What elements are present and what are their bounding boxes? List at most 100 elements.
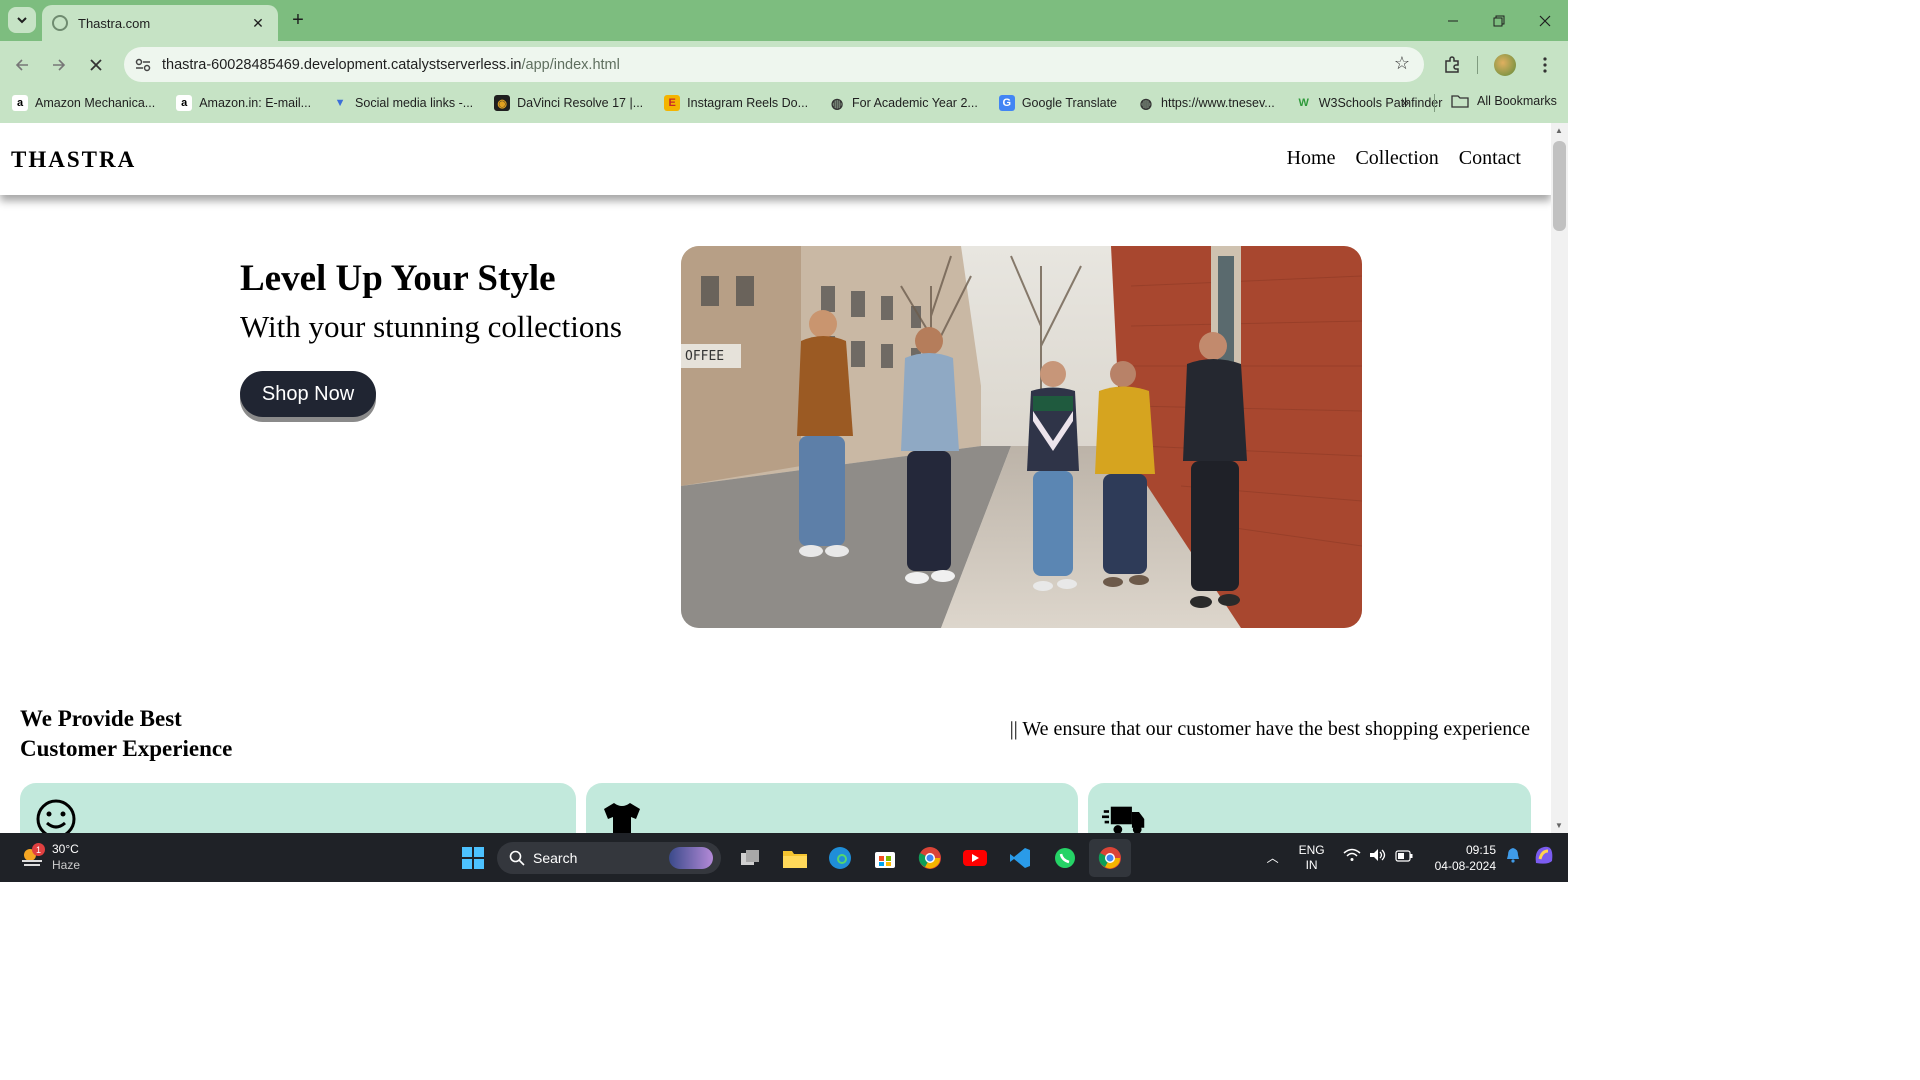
chrome-active-window-button[interactable]	[1089, 839, 1131, 877]
restore-icon	[1493, 15, 1505, 26]
close-tab-icon[interactable]: ✕	[248, 13, 268, 33]
more-bookmarks-icon[interactable]: »	[1401, 94, 1409, 111]
arrow-left-icon	[15, 59, 28, 71]
weather-temp: 30°C	[52, 842, 79, 856]
vscode-button[interactable]	[999, 839, 1041, 877]
clock-time: 09:15	[1465, 842, 1496, 857]
windows-taskbar: 1 30°C Haze Search ︿ ENG IN 09:15 04-08-…	[0, 833, 1568, 882]
minimize-button[interactable]	[1430, 0, 1476, 41]
edge-button[interactable]	[819, 839, 861, 877]
bookmark-item[interactable]: ◉ DaVinci Resolve 17 |...	[494, 95, 643, 111]
bookmark-item[interactable]: ▼ Social media links -...	[332, 95, 474, 111]
bookmark-item[interactable]: W W3Schools Pathfinder	[1296, 95, 1443, 111]
nav-home-link[interactable]: Home	[1287, 147, 1336, 170]
bookmark-label: Amazon Mechanica...	[35, 96, 156, 110]
taskbar-search[interactable]: Search	[497, 842, 721, 874]
google-translate-icon: G	[998, 95, 1015, 111]
more-vertical-icon	[1543, 57, 1547, 73]
folder-icon	[1451, 95, 1469, 108]
notification-bell-icon[interactable]	[1506, 847, 1520, 868]
bookmark-label: Social media links -...	[355, 96, 474, 110]
language-indicator[interactable]: ENG IN	[1299, 843, 1325, 873]
globe-icon: ◍	[1139, 94, 1153, 111]
extensions-button[interactable]	[1438, 51, 1466, 79]
delivery-truck-icon	[1102, 806, 1145, 833]
scroll-down-icon[interactable]: ▼	[1555, 821, 1563, 830]
file-explorer-button[interactable]	[774, 839, 816, 877]
tab-search-button[interactable]	[8, 7, 36, 33]
close-window-button[interactable]	[1522, 0, 1568, 41]
feature-card-clothing	[586, 783, 1078, 833]
chevron-up-icon[interactable]: ︿	[1267, 849, 1279, 866]
youtube-button[interactable]	[954, 839, 996, 877]
bookmark-label: https://www.tnesev...	[1161, 96, 1275, 110]
bookmarks-separator	[1434, 94, 1435, 112]
globe-icon: ◍	[830, 94, 844, 111]
chrome-icon	[1098, 847, 1121, 869]
page-scrollbar[interactable]: ▲ ▼	[1551, 123, 1568, 833]
search-highlight-icon	[669, 847, 713, 869]
whatsapp-icon	[1055, 848, 1075, 868]
minimize-icon	[1448, 20, 1458, 21]
stop-loading-button[interactable]	[82, 51, 110, 79]
search-icon	[509, 850, 525, 866]
site-logo[interactable]: THASTRA	[11, 147, 136, 173]
store-button[interactable]	[864, 839, 906, 877]
browser-menu-button[interactable]	[1531, 51, 1559, 79]
bookmark-label: For Academic Year 2...	[852, 96, 978, 110]
search-label: Search	[533, 850, 578, 866]
bookmark-item[interactable]: ◍ https://www.tnesev...	[1138, 95, 1275, 111]
system-tray: ︿ ENG IN 09:15 04-08-2024	[1267, 833, 1568, 882]
bookmark-item[interactable]: a Amazon.in: E-mail...	[176, 95, 311, 111]
vscode-icon	[1010, 848, 1030, 868]
forward-button[interactable]	[45, 51, 73, 79]
start-button[interactable]	[452, 839, 494, 877]
bookmark-item[interactable]: G Google Translate	[998, 95, 1117, 111]
battery-icon[interactable]	[1395, 849, 1413, 867]
bookmark-item[interactable]: a Amazon Mechanica...	[12, 95, 155, 111]
bookmark-label: DaVinci Resolve 17 |...	[517, 96, 644, 110]
close-icon	[1539, 15, 1551, 26]
task-view-button[interactable]	[729, 839, 771, 877]
weather-widget[interactable]: 1 30°C Haze	[20, 841, 80, 873]
reels-download-icon: E	[664, 95, 681, 111]
new-tab-button[interactable]: +	[286, 8, 310, 32]
clock-date: 04-08-2024	[1434, 858, 1496, 873]
chrome-button[interactable]	[909, 839, 951, 877]
volume-icon[interactable]	[1369, 848, 1387, 867]
whatsapp-button[interactable]	[1044, 839, 1086, 877]
browser-tab-bar: Thastra.com ✕ +	[0, 0, 1568, 41]
profile-button[interactable]	[1491, 51, 1519, 79]
nav-contact-link[interactable]: Contact	[1459, 147, 1521, 170]
shop-now-button[interactable]: Shop Now	[240, 371, 376, 417]
browser-toolbar: thastra-60028485469.development.catalyst…	[0, 41, 1568, 88]
street-group-illustration: OFFEE	[681, 246, 1362, 628]
url-path: /app/index.html	[521, 56, 620, 73]
smiley-icon	[36, 799, 76, 833]
wifi-icon[interactable]	[1343, 848, 1361, 867]
scroll-up-icon[interactable]: ▲	[1555, 126, 1563, 135]
clock[interactable]: 09:15 04-08-2024	[1435, 842, 1496, 874]
puzzle-icon	[1445, 56, 1459, 73]
folder-icon	[783, 851, 807, 868]
bookmark-item[interactable]: E Instagram Reels Do...	[664, 95, 808, 111]
copilot-icon[interactable]	[1532, 843, 1556, 872]
url-host: thastra-60028485469.development.catalyst…	[162, 56, 522, 73]
loading-favicon-icon	[52, 15, 68, 31]
scroll-thumb[interactable]	[1553, 141, 1566, 231]
all-bookmarks-button[interactable]: All Bookmarks	[1451, 94, 1557, 108]
feature-card-delivery	[1088, 783, 1531, 833]
stop-icon	[90, 59, 102, 71]
windows-logo-icon	[462, 847, 484, 869]
hero-image: OFFEE	[681, 246, 1362, 628]
browser-tab-active[interactable]: Thastra.com ✕	[42, 5, 278, 41]
site-nav: Home Collection Contact	[1267, 147, 1521, 170]
address-bar[interactable]: thastra-60028485469.development.catalyst…	[124, 47, 1424, 82]
restore-button[interactable]	[1476, 0, 1522, 41]
back-button[interactable]	[8, 51, 36, 79]
bookmark-item[interactable]: ◍ For Academic Year 2...	[829, 95, 978, 111]
taskbar-apps: Search	[452, 839, 1134, 877]
bookmark-star-icon[interactable]: ☆	[1394, 53, 1410, 74]
nav-collection-link[interactable]: Collection	[1355, 147, 1438, 170]
site-info-icon[interactable]	[128, 51, 158, 79]
